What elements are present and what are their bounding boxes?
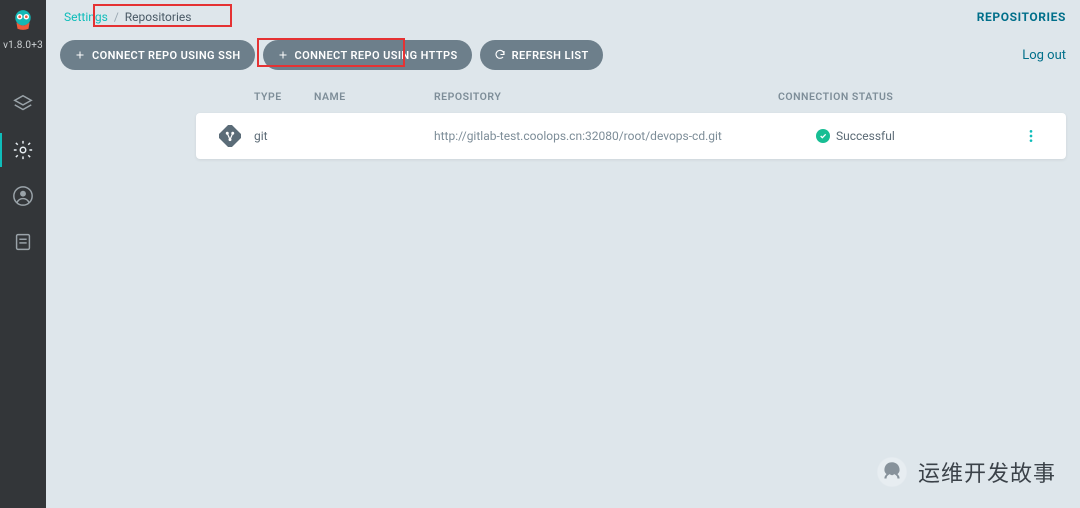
watermark-text: 运维开发故事 <box>918 456 1056 488</box>
argo-logo-icon <box>12 9 34 31</box>
refresh-list-button[interactable]: REFRESH LIST <box>480 40 603 70</box>
plus-icon <box>74 49 86 61</box>
th-status: CONNECTION STATUS <box>778 90 978 103</box>
refresh-label: REFRESH LIST <box>512 49 589 62</box>
logout-link[interactable]: Log out <box>1022 48 1066 63</box>
row-actions-menu[interactable] <box>1016 128 1046 144</box>
watermark: 运维开发故事 <box>874 454 1056 490</box>
breadcrumb-current: Repositories <box>125 10 192 24</box>
repo-table: TYPE NAME REPOSITORY CONNECTION STATUS g… <box>46 84 1080 159</box>
user-icon <box>12 185 34 207</box>
cell-repository: http://gitlab-test.coolops.cn:32080/root… <box>434 129 816 143</box>
connect-repo-ssh-button[interactable]: CONNECT REPO USING SSH <box>60 40 255 70</box>
th-name: NAME <box>314 90 434 103</box>
connect-https-label: CONNECT REPO USING HTTPS <box>295 49 458 62</box>
topbar: Settings / Repositories REPOSITORIES <box>46 0 1080 34</box>
breadcrumb-separator: / <box>114 10 119 24</box>
breadcrumb-parent[interactable]: Settings <box>64 10 108 24</box>
table-row[interactable]: git http://gitlab-test.coolops.cn:32080/… <box>196 113 1066 159</box>
breadcrumb: Settings / Repositories <box>60 8 195 26</box>
topbar-right: REPOSITORIES <box>977 10 1066 24</box>
repo-type-icon-wrap <box>206 125 254 147</box>
table-header-row: TYPE NAME REPOSITORY CONNECTION STATUS <box>196 84 1066 113</box>
git-icon <box>219 125 241 147</box>
gear-icon <box>12 139 34 161</box>
refresh-icon <box>494 49 506 61</box>
plus-icon <box>277 49 289 61</box>
left-nav-rail: v1.8.0+3 <box>0 0 46 508</box>
watermark-icon <box>874 454 910 490</box>
app-version: v1.8.0+3 <box>3 40 43 51</box>
status-text: Successful <box>836 129 895 143</box>
nav-item-user[interactable] <box>0 173 46 219</box>
nav-item-settings[interactable] <box>0 127 46 173</box>
kebab-icon <box>1023 128 1039 144</box>
main-panel: Settings / Repositories REPOSITORIES CON… <box>46 0 1080 508</box>
layers-icon <box>12 93 34 115</box>
repositories-heading-link[interactable]: REPOSITORIES <box>977 10 1066 24</box>
status-success-icon <box>816 129 830 143</box>
app-logo <box>0 2 46 38</box>
connect-ssh-label: CONNECT REPO USING SSH <box>92 49 241 62</box>
book-icon <box>12 231 34 253</box>
cell-status: Successful <box>816 129 1016 143</box>
nav-item-applications[interactable] <box>0 81 46 127</box>
action-row: CONNECT REPO USING SSH CONNECT REPO USIN… <box>46 34 1080 84</box>
nav-item-docs[interactable] <box>0 219 46 265</box>
th-repository: REPOSITORY <box>434 90 778 103</box>
connect-repo-https-button[interactable]: CONNECT REPO USING HTTPS <box>263 40 472 70</box>
nav-list <box>0 81 46 265</box>
th-type: TYPE <box>254 90 314 103</box>
cell-type: git <box>254 129 314 143</box>
